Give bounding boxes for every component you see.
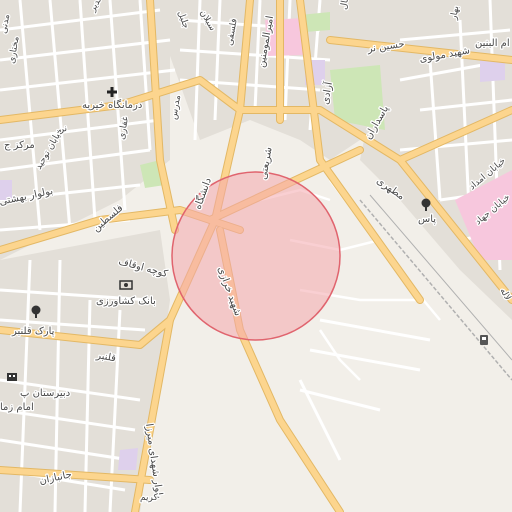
label-bank: بانک کشاورزی bbox=[96, 296, 156, 307]
label-imam-zaman: امام زما bbox=[0, 402, 34, 413]
label-park-ghanbar: پارک قلنبر bbox=[11, 326, 55, 337]
label-ommolbanin: ام البنین bbox=[475, 38, 510, 49]
label-nr: نر bbox=[58, 124, 68, 135]
school-icon[interactable] bbox=[7, 373, 17, 381]
label-markaz: مرکز ج bbox=[4, 140, 35, 151]
label-pas: پاس bbox=[418, 214, 436, 225]
train-station-icon[interactable] bbox=[480, 335, 488, 345]
label-dabirestan: دبیرستان پ bbox=[20, 388, 70, 399]
map-canvas[interactable]: شهید مولوی حسین نر ام البنین درمانگاه خی… bbox=[0, 0, 512, 512]
label-karim: کریم bbox=[140, 493, 158, 503]
purple-area-south bbox=[118, 448, 138, 470]
label-darmangah: درمانگاه خیریه bbox=[82, 99, 142, 111]
